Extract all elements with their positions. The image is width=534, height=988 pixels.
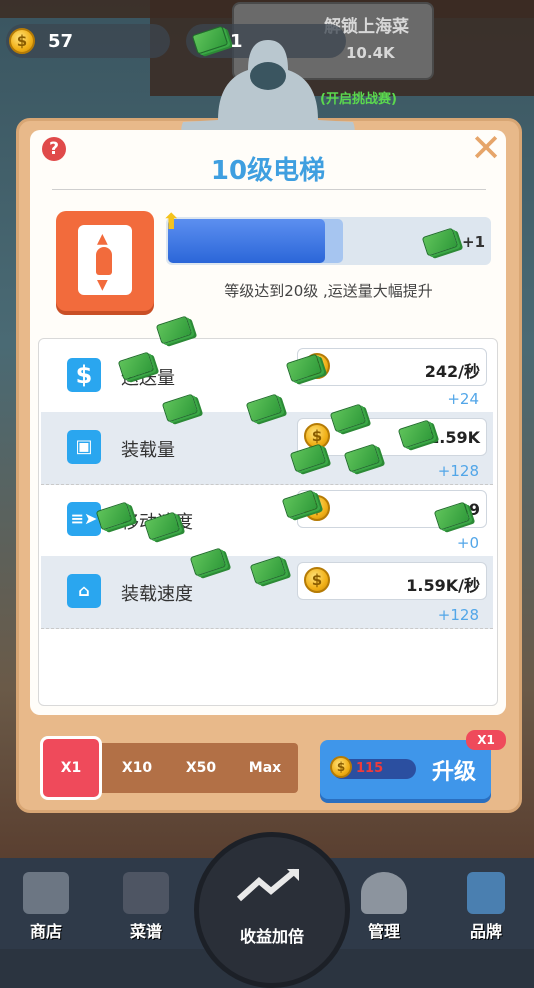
- nav-label: 菜谱: [129, 922, 162, 941]
- multiplier-x1-button[interactable]: X1: [40, 736, 102, 800]
- panel-title: 10级电梯: [210, 156, 326, 186]
- coin-counter: $ 57: [6, 24, 170, 58]
- stat-value-box: $ 1.59K: [297, 418, 487, 456]
- box-icon: ▣: [67, 430, 101, 464]
- recipe-icon: [123, 872, 169, 914]
- coin-icon: $: [330, 756, 352, 778]
- coin-icon: $: [304, 567, 330, 593]
- coin-icon: $: [9, 28, 35, 54]
- stat-value-box: $ 242/秒: [297, 348, 487, 386]
- stat-value-box: $ 1.59K/秒: [297, 562, 487, 600]
- stat-increment: +128: [437, 462, 479, 480]
- double-income-button[interactable]: 收益加倍: [194, 832, 350, 988]
- stat-increment: +24: [447, 390, 479, 408]
- upgrade-cost-value: 115: [356, 761, 384, 776]
- nav-label: 商店: [29, 922, 62, 941]
- nav-item-shop[interactable]: 商店: [12, 872, 80, 942]
- dollar-icon: $: [67, 358, 101, 392]
- shop-icon: [23, 872, 69, 914]
- building-icon: [467, 872, 505, 914]
- stat-label: 装载量: [121, 440, 175, 461]
- chef-icon: [361, 872, 407, 914]
- stat-increment: +0: [456, 534, 479, 552]
- nav-label: 收益加倍: [239, 927, 304, 946]
- title-divider: [52, 189, 486, 190]
- double-income-icon: [235, 865, 307, 905]
- stat-label: 装载速度: [121, 584, 193, 605]
- level-progress-fill: [168, 219, 325, 263]
- elevator-icon: ▲ ▼: [56, 211, 154, 311]
- coin-count: 57: [48, 31, 74, 52]
- stat-value: 1.59K: [428, 428, 480, 447]
- nav-label: 品牌: [469, 922, 502, 941]
- level-hint: 等级达到20级 ,运送量大幅提升: [224, 282, 433, 300]
- multiplier-x50-button[interactable]: X50: [170, 743, 232, 793]
- upgrade-multiplier-badge: X1: [466, 730, 506, 750]
- elevator-door: ▲ ▼: [78, 225, 132, 295]
- nav-label: 管理: [367, 922, 400, 941]
- progress-bonus: +1: [462, 233, 486, 251]
- clipboard-clip: [181, 40, 355, 136]
- stat-increment: +128: [437, 606, 479, 624]
- nav-item-recipe[interactable]: 菜谱: [112, 872, 180, 942]
- speed-icon: ≡➤: [67, 502, 101, 536]
- level-up-arrow-icon: ⬆: [162, 210, 181, 235]
- upgrade-cost: $ 115: [330, 756, 416, 779]
- stat-value: 242/秒: [424, 362, 480, 381]
- nav-item-manage[interactable]: 管理: [350, 872, 418, 942]
- multiplier-max-button[interactable]: Max: [234, 743, 296, 793]
- stat-value: 1.59K/秒: [406, 576, 480, 595]
- nav-item-brand[interactable]: 品牌: [452, 872, 520, 942]
- multiplier-x10-button[interactable]: X10: [106, 743, 168, 793]
- upgrade-label: 升级: [432, 760, 477, 785]
- load-icon: ⌂: [67, 574, 101, 608]
